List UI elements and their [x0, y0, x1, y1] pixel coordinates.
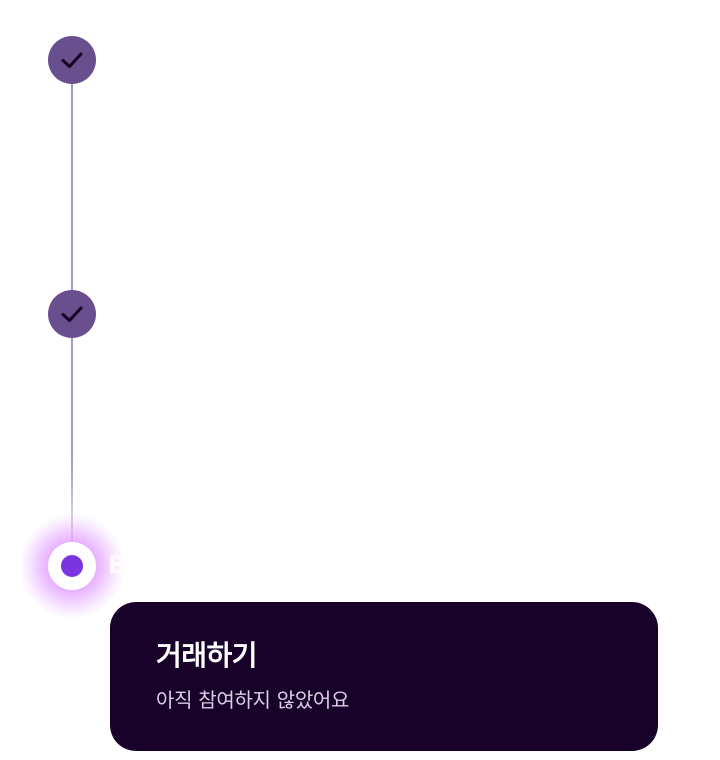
step-3-label: B — [108, 551, 122, 579]
timeline-connector — [71, 84, 73, 292]
step-3-current-marker — [48, 542, 96, 590]
step-2-completed-marker — [48, 290, 96, 338]
step-1-completed-marker — [48, 36, 96, 84]
check-icon — [61, 306, 83, 322]
card-subtitle: 아직 참여하지 않았어요 — [156, 688, 350, 712]
current-dot-icon — [61, 555, 83, 577]
card-title: 거래하기 — [156, 639, 258, 672]
progress-timeline: B 거래하기 아직 참여하지 않았어요 — [0, 0, 720, 760]
current-step-card[interactable]: 거래하기 아직 참여하지 않았어요 — [110, 602, 658, 751]
check-icon — [61, 52, 83, 68]
timeline-connector — [71, 338, 73, 542]
